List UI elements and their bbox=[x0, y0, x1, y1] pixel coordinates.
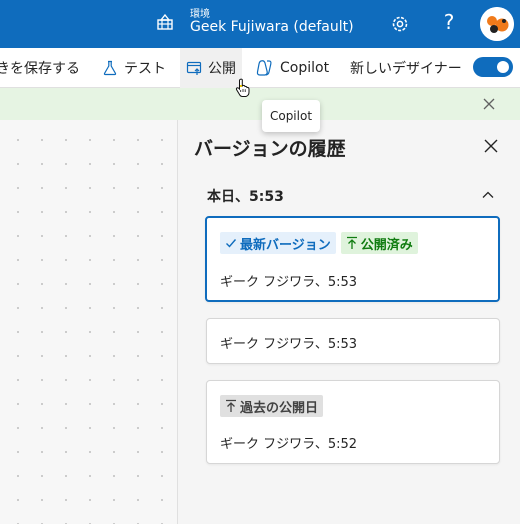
version-author-time: ギーク フジワラ、5:52 bbox=[220, 437, 358, 452]
top-bar: 環境 Geek Fujiwara (default) ? bbox=[0, 0, 520, 48]
published-label: 公開済み bbox=[360, 237, 413, 253]
save-label: きを保存する bbox=[0, 61, 80, 77]
badge-group: 過去の公開日 bbox=[220, 395, 324, 417]
version-card[interactable]: ギーク フジワラ、5:53 bbox=[206, 318, 500, 364]
close-icon[interactable] bbox=[483, 138, 499, 154]
new-designer-toggle[interactable] bbox=[473, 57, 513, 77]
version-author-time: ギーク フジワラ、5:53 bbox=[220, 337, 358, 352]
copilot-label: Copilot bbox=[280, 60, 330, 76]
copilot-tooltip: Copilot bbox=[262, 100, 320, 132]
chevron-up-icon[interactable] bbox=[481, 188, 495, 202]
command-bar: きを保存する テスト 公開 Copilot 新しいデザイナー bbox=[0, 48, 520, 88]
flask-icon bbox=[103, 60, 117, 76]
toggle-knob bbox=[497, 61, 509, 73]
settings-icon[interactable] bbox=[389, 13, 411, 35]
check-icon bbox=[226, 239, 237, 248]
publish-button[interactable]: 公開 bbox=[180, 48, 242, 88]
arrow-up-icon bbox=[346, 236, 357, 249]
past-publish-label: 過去の公開日 bbox=[240, 400, 319, 416]
version-author-time: ギーク フジワラ、5:53 bbox=[220, 275, 358, 290]
environment-label: 環境 bbox=[190, 9, 210, 20]
version-card[interactable]: 過去の公開日 ギーク フジワラ、5:52 bbox=[206, 380, 500, 464]
environment-icon[interactable] bbox=[155, 13, 175, 33]
test-button[interactable]: テスト bbox=[102, 48, 166, 88]
panel-title: バージョンの履歴 bbox=[194, 138, 346, 160]
latest-version-badge: 最新バージョン bbox=[220, 232, 336, 254]
arrow-up-icon bbox=[226, 399, 236, 412]
save-button[interactable]: きを保存する bbox=[0, 48, 80, 88]
copilot-icon bbox=[256, 60, 272, 76]
publish-label: 公開 bbox=[208, 61, 236, 77]
avatar[interactable] bbox=[480, 7, 514, 41]
publish-icon bbox=[186, 61, 202, 75]
hand-cursor-icon bbox=[235, 78, 250, 97]
environment-name[interactable]: Geek Fujiwara (default) bbox=[190, 19, 354, 35]
version-group-title: 本日、5:53 bbox=[207, 189, 284, 205]
designer-canvas[interactable] bbox=[0, 120, 177, 524]
help-icon[interactable]: ? bbox=[440, 10, 458, 34]
past-publish-badge: 過去の公開日 bbox=[220, 395, 324, 417]
latest-version-label: 最新バージョン bbox=[240, 237, 331, 253]
version-history-panel: バージョンの履歴 本日、5:53 最新バージョン 公開済み ギーク フジワラ、5… bbox=[177, 120, 520, 524]
close-icon[interactable] bbox=[481, 96, 497, 112]
notification-banner bbox=[0, 88, 520, 120]
new-designer-label: 新しいデザイナー bbox=[350, 61, 462, 77]
copilot-button[interactable]: Copilot bbox=[254, 48, 329, 88]
test-label: テスト bbox=[124, 61, 166, 77]
published-badge: 公開済み bbox=[340, 232, 418, 254]
badge-group: 最新バージョン 公開済み bbox=[220, 232, 418, 254]
version-card[interactable]: 最新バージョン 公開済み ギーク フジワラ、5:53 bbox=[205, 216, 500, 302]
